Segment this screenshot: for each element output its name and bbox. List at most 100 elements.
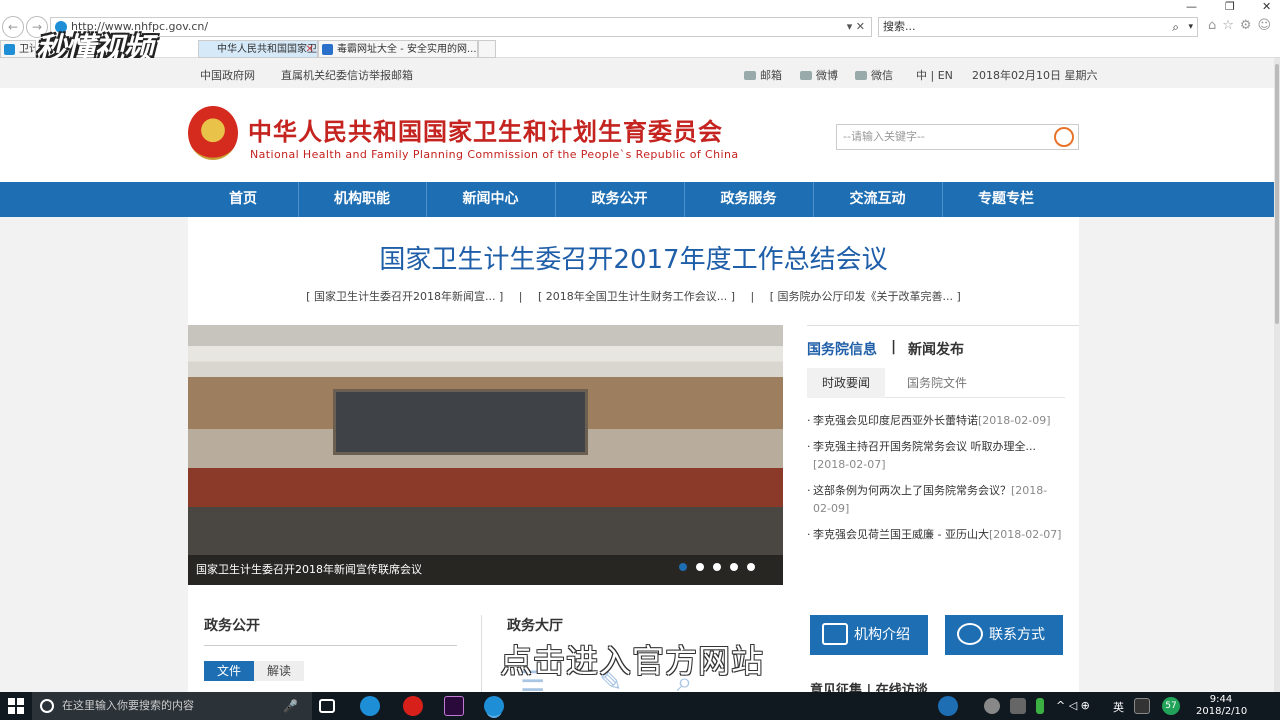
- nav-news[interactable]: 新闻中心: [426, 182, 555, 217]
- subtab-state-council-docs[interactable]: 国务院文件: [907, 368, 967, 398]
- language-switch[interactable]: 中 | EN: [916, 67, 953, 83]
- news-list: 李克强会见印度尼西亚外长蕾特诺[2018-02-09] 李克强主持召开国务院常务…: [807, 412, 1065, 552]
- news-date: [2018-02-09]: [978, 414, 1051, 427]
- scrollbar-thumb[interactable]: [1275, 64, 1279, 324]
- contact-button[interactable]: 联系方式: [945, 615, 1063, 655]
- tray-app-icon[interactable]: [984, 698, 1000, 714]
- page-scrollbar[interactable]: [1274, 58, 1280, 692]
- tab-state-council-info[interactable]: 国务院信息: [807, 339, 877, 359]
- site-title-en: National Health and Family Planning Comm…: [250, 148, 739, 161]
- record-app-icon[interactable]: [403, 696, 423, 716]
- divider: [807, 325, 1079, 326]
- sub-headline-divider: |: [518, 290, 523, 303]
- nav-topics[interactable]: 专题专栏: [942, 182, 1070, 217]
- section-title: 政务公开: [204, 618, 260, 634]
- photo-slider[interactable]: 国家卫生计生委召开2018年新闻宣传联席会议: [188, 325, 783, 585]
- weibo-label: 微博: [816, 69, 838, 82]
- task-view-icon[interactable]: [319, 699, 335, 713]
- sub-headline-link[interactable]: [ 2018年全国卫生计生财务工作会议... ]: [538, 290, 735, 303]
- sub-headline-link[interactable]: [ 国务院办公厅印发《关于改革完善... ]: [770, 290, 961, 303]
- back-button[interactable]: ←: [2, 16, 24, 38]
- site-title-cn[interactable]: 中华人民共和国国家卫生和计划生育委员会: [248, 112, 723, 147]
- mail-link[interactable]: 邮箱: [744, 67, 782, 83]
- tab-3[interactable]: 毒霸网址大全 - 安全实用的网...: [318, 40, 478, 58]
- windows-start-icon[interactable]: [8, 698, 24, 714]
- list-item[interactable]: 这部条例为何两次上了国务院常务会议？[2018-02-09]: [807, 482, 1065, 518]
- nav-gov-services[interactable]: 政务服务: [684, 182, 813, 217]
- restore-button[interactable]: ❐: [1225, 0, 1235, 13]
- search-icon[interactable]: ⌕: [1172, 18, 1179, 36]
- top-links-bar: 中国政府网 直属机关纪委信访举报邮箱 邮箱 微博 微信 中 | EN 2018年…: [0, 58, 1274, 88]
- close-icon[interactable]: ✕: [306, 41, 314, 57]
- chevron-down-icon[interactable]: ▾: [1188, 18, 1193, 36]
- site-search-input[interactable]: --请输入关键字--: [836, 124, 1079, 150]
- opinion-tabs[interactable]: 意见征集 | 在线访谈: [810, 679, 928, 692]
- weibo-link[interactable]: 微博: [800, 67, 838, 83]
- slider-dot[interactable]: [729, 563, 738, 571]
- mail-icon[interactable]: [1134, 698, 1150, 714]
- edge-app-icon[interactable]: [484, 696, 504, 716]
- slider-dot[interactable]: [678, 563, 687, 571]
- link-gov[interactable]: 中国政府网: [200, 67, 255, 83]
- toolbar-icons[interactable]: ⌂☆⚙☺: [1208, 18, 1277, 33]
- nav-organization[interactable]: 机构职能: [298, 182, 426, 217]
- tab-press-release[interactable]: 新闻发布: [908, 339, 964, 359]
- news-panel: 国务院信息 | 新闻发布 时政要闻 国务院文件 李克强会见印度尼西亚外长蕾特诺[…: [807, 325, 1079, 585]
- wechat-link[interactable]: 微信: [855, 67, 893, 83]
- minimize-button[interactable]: —: [1186, 0, 1197, 13]
- web-page: 中国政府网 直属机关纪委信访举报邮箱 邮箱 微博 微信 中 | EN 2018年…: [0, 58, 1274, 692]
- mail-icon: [822, 623, 848, 645]
- tab-2[interactable]: 中华人民共和国国家卫生和... ✕: [198, 40, 318, 58]
- mail-label: 邮箱: [760, 69, 782, 82]
- new-tab-button[interactable]: [478, 40, 496, 58]
- slider-dot[interactable]: [747, 563, 755, 571]
- taskbar: 在这里输入你要搜索的内容 🎤 ^ ◁ ⊕ 英 57 9:44 2018/2/10: [0, 692, 1280, 720]
- microphone-icon[interactable]: 🎤: [283, 692, 298, 720]
- tab-explain[interactable]: 解读: [254, 661, 304, 681]
- taskbar-search-input[interactable]: 在这里输入你要搜索的内容 🎤: [32, 692, 312, 720]
- address-controls[interactable]: ▾ ✕: [847, 18, 865, 36]
- premiere-app-icon[interactable]: [444, 696, 464, 716]
- close-window-button[interactable]: ✕: [1262, 0, 1271, 13]
- list-item[interactable]: 李克强会见印度尼西亚外长蕾特诺[2018-02-09]: [807, 412, 1065, 430]
- favicon-icon: [322, 44, 333, 55]
- tray-icons[interactable]: ^ ◁ ⊕: [1056, 699, 1090, 712]
- browser-search-input[interactable]: 搜索... ⌕ ▾: [878, 17, 1198, 37]
- news-date: [2018-02-07]: [988, 528, 1062, 541]
- nav-gov-affairs[interactable]: 政务公开: [555, 182, 684, 217]
- gov-open-tabs: 文件 解读: [204, 660, 457, 681]
- main-content: 国家卫生计生委召开2017年度工作总结会议 [ 国家卫生计生委召开2018年新闻…: [188, 217, 1079, 692]
- ie-app-icon[interactable]: [360, 696, 380, 716]
- tab-1[interactable]: 卫计委: [0, 40, 36, 58]
- org-intro-button[interactable]: 机构介绍: [810, 615, 928, 655]
- notification-badge[interactable]: 57: [1162, 697, 1180, 715]
- ime-indicator[interactable]: 英: [1113, 699, 1124, 715]
- slider-dot[interactable]: [695, 563, 704, 571]
- site-header: 中华人民共和国国家卫生和计划生育委员会 National Health and …: [0, 88, 1274, 182]
- wechat-icon: [855, 71, 867, 80]
- system-clock[interactable]: 9:44 2018/2/10: [1196, 694, 1247, 718]
- tab-label: 中华人民共和国国家卫生和...: [217, 44, 317, 55]
- address-bar[interactable]: http://www.nhfpc.gov.cn/ ▾ ✕: [50, 17, 872, 37]
- list-item[interactable]: 李克强会见荷兰国王威廉 - 亚历山大[2018-02-07]: [807, 526, 1065, 544]
- favicon-icon: [4, 44, 15, 55]
- tab-file[interactable]: 文件: [204, 661, 254, 681]
- subtab-current-affairs[interactable]: 时政要闻: [807, 368, 885, 398]
- link-report[interactable]: 直属机关纪委信访举报邮箱: [281, 67, 413, 83]
- slider-dot[interactable]: [712, 563, 721, 571]
- clock-time: 9:44: [1209, 694, 1233, 705]
- headline[interactable]: 国家卫生计生委召开2017年度工作总结会议: [188, 239, 1079, 276]
- nav-interaction[interactable]: 交流互动: [813, 182, 942, 217]
- meeting-photo: [333, 389, 588, 455]
- sub-headline-link[interactable]: [ 国家卫生计生委召开2018年新闻宣... ]: [306, 290, 503, 303]
- news-title: 这部条例为何两次上了国务院常务会议？: [813, 484, 1011, 497]
- mail-icon: [744, 71, 756, 80]
- weibo-icon: [800, 71, 812, 80]
- list-item[interactable]: 李克强主持召开国务院常务会议 听取办理全... [2018-02-07]: [807, 438, 1065, 474]
- help-icon[interactable]: [938, 696, 958, 716]
- tray-app-icon[interactable]: [1010, 698, 1026, 714]
- video-caption-overlay: 点击进入官方网站: [500, 642, 765, 680]
- search-icon[interactable]: [1054, 127, 1074, 147]
- battery-icon[interactable]: [1036, 698, 1044, 714]
- nav-home[interactable]: 首页: [188, 182, 298, 217]
